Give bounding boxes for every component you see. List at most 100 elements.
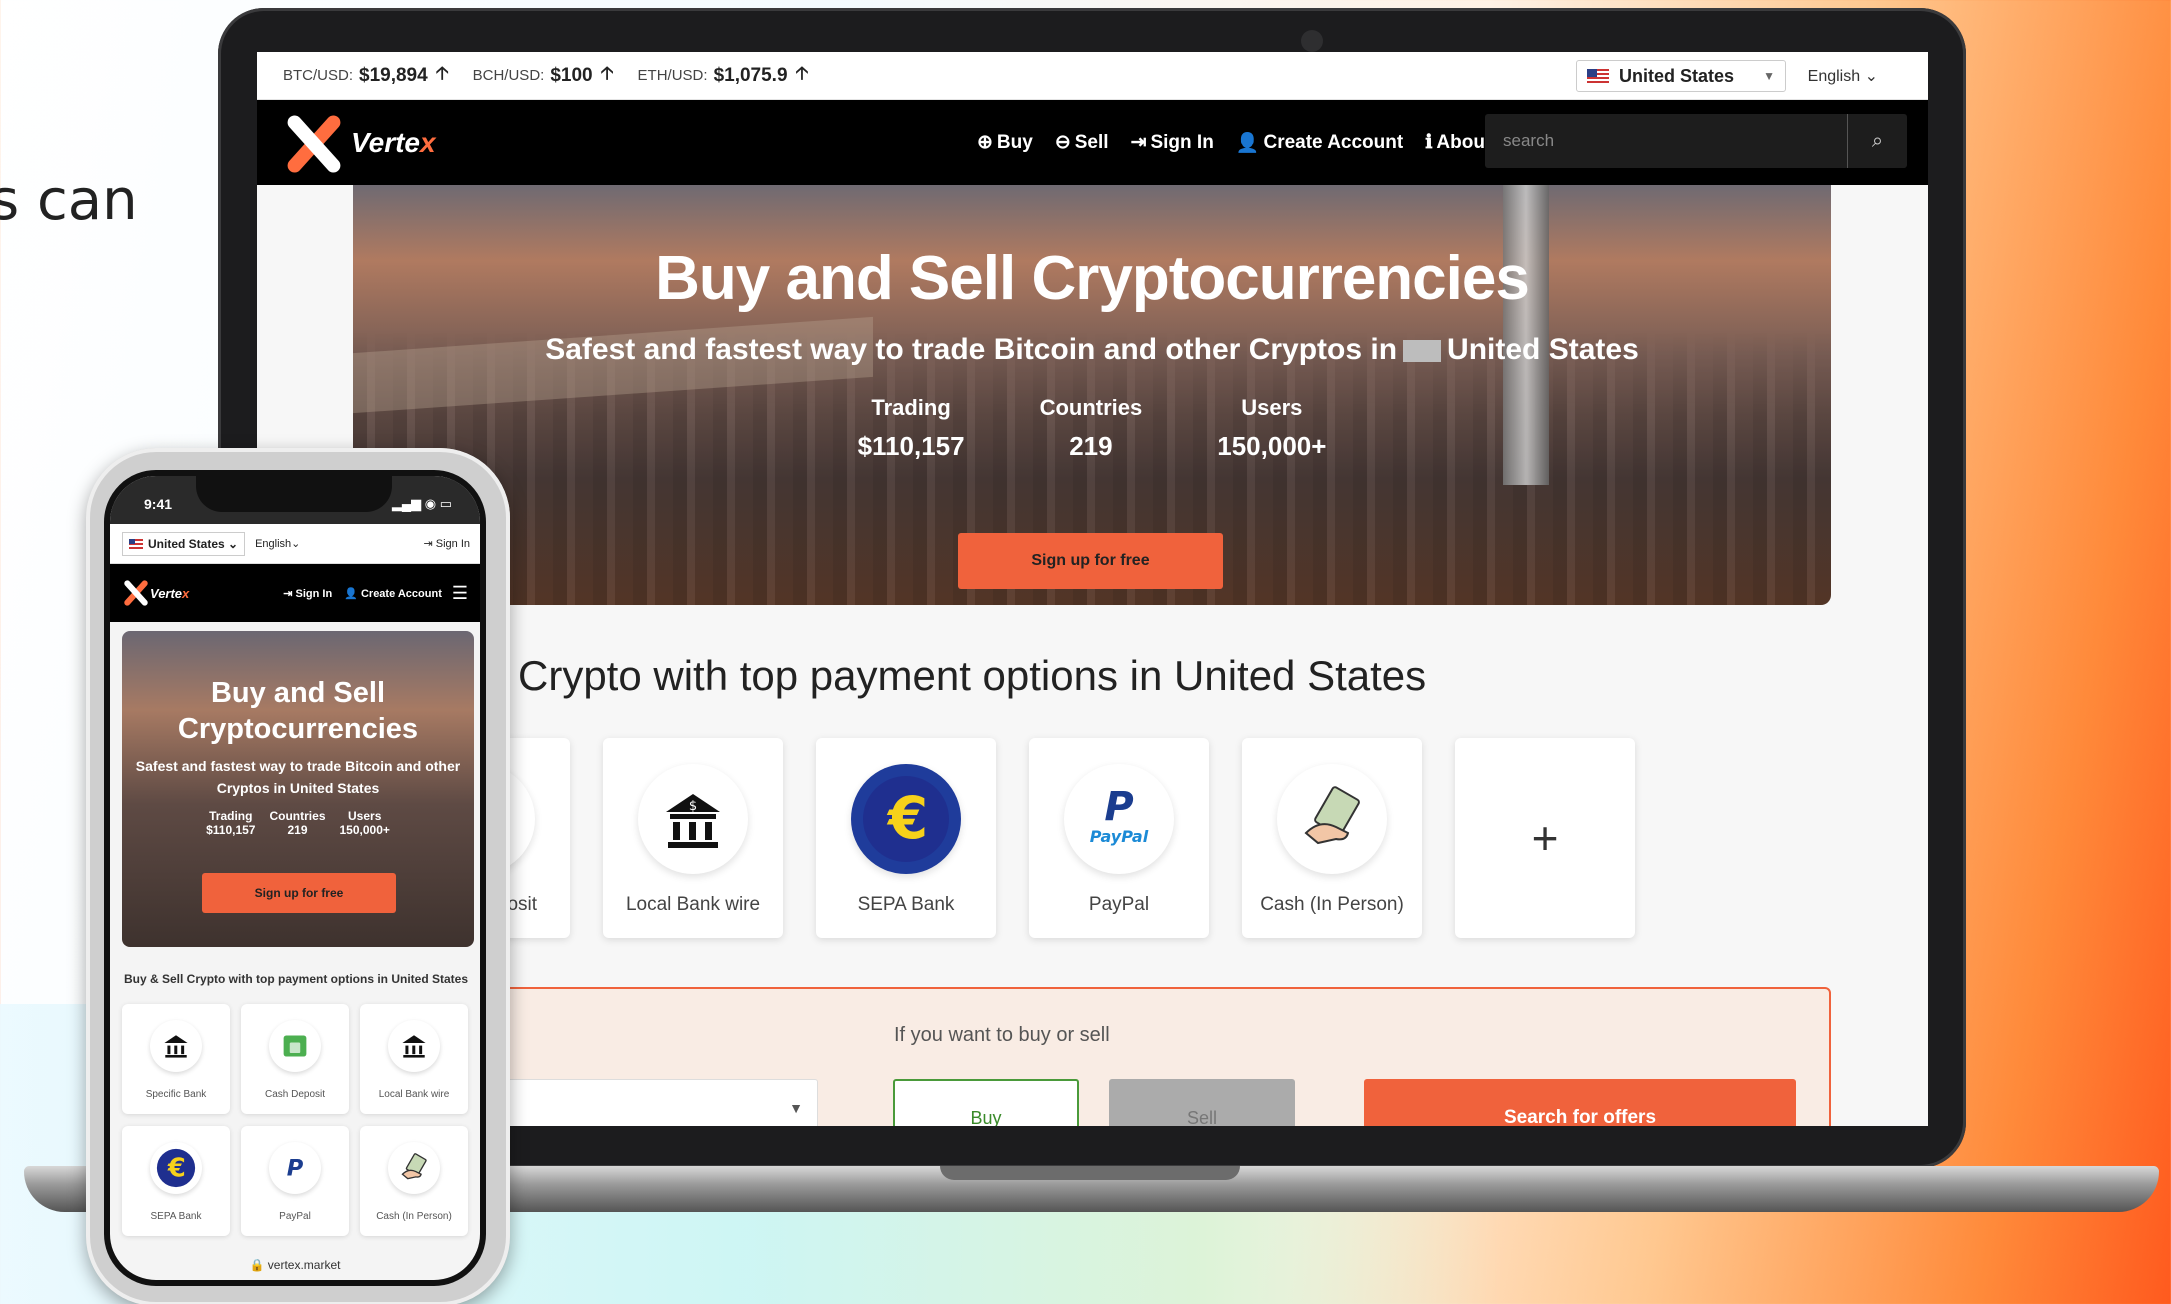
bank-icon: $ (638, 764, 748, 874)
ticker-pair: BTC/USD: (283, 67, 354, 84)
phone-top-bar: United States ⌄ English⌄ ⇥ Sign In (110, 524, 480, 564)
phone-hero-title: Buy and Sell Cryptocurrencies (177, 677, 419, 745)
country-label: United States (1619, 65, 1735, 86)
nav-links: ⊕ Buy ⊖ Sell ⇥ Sign In 👤 Create Account ℹ Abo… (977, 100, 1521, 185)
phone-nav-create-account[interactable]: 👤 Create Account (344, 587, 442, 600)
search-input[interactable]: search (1485, 114, 1847, 168)
country-select[interactable]: United States ▼ (1576, 60, 1786, 92)
flag-placeholder-icon (1403, 340, 1442, 363)
svg-text:P: P (1104, 784, 1133, 830)
ticker-pair: ETH/USD: (637, 67, 708, 84)
chevron-down-icon: ⌄ (1864, 68, 1878, 85)
ticker-value: $1,075.9 (713, 64, 788, 86)
phone-payment-title: Buy & Sell Crypto with top payment optio… (124, 972, 469, 986)
svg-text:PayPal: PayPal (1090, 827, 1149, 846)
svg-text:P: P (287, 1156, 304, 1182)
hero-title: Buy and Sell Cryptocurrencies (655, 244, 1530, 313)
logo-x-icon (281, 112, 345, 174)
camera-icon (1301, 30, 1323, 52)
chevron-down-icon: ▼ (1763, 69, 1775, 83)
phone-notch (196, 476, 392, 512)
arrow-up-icon: 🡡 (600, 62, 614, 83)
payment-label: Cash (In Person) (1260, 894, 1404, 915)
sell-toggle[interactable]: Sell (1109, 1079, 1295, 1126)
stat-trading: Trading $110,157 (206, 809, 256, 837)
phone-url-bar: 🔒 vertex.market (249, 1258, 341, 1272)
side-caption: s can (0, 168, 138, 233)
arrow-up-icon: 🡡 (795, 62, 809, 83)
phone-language-select[interactable]: English⌄ (255, 537, 300, 550)
svg-text:$: $ (689, 799, 697, 814)
phone-payment-card[interactable]: P PayPal (241, 1126, 349, 1236)
phone-payment-grid: Specific Bank Cash Deposit Local Bank wi… (122, 1004, 480, 1236)
ticker-pair: BCH/USD: (472, 67, 545, 84)
atm-icon (269, 1020, 321, 1072)
search-button[interactable]: ⌕ (1847, 114, 1907, 168)
paypal-icon: P PayPal (1064, 764, 1174, 874)
payment-card-paypal[interactable]: P PayPal PayPal (1029, 738, 1209, 938)
brand-name: Vertex (351, 126, 436, 158)
phone-nav: Verte x ⇥ Sign In 👤 Create Account ☰ (110, 564, 480, 622)
payment-label: Local Bank wire (625, 894, 761, 915)
payment-card-cash-in-person[interactable]: Cash (In Person) (1242, 738, 1422, 938)
phone-hero-subtitle: Safest and fastest way to trade Bitcoin … (135, 758, 461, 796)
phone-payment-card[interactable]: Specific Bank (122, 1004, 230, 1114)
hamburger-menu-icon[interactable]: ☰ (452, 583, 468, 604)
cash-hand-icon (388, 1142, 440, 1194)
phone-signup-button[interactable]: Sign up for free (202, 873, 396, 913)
hero-subtitle: Safest and fastest way to trade Bitcoin … (545, 333, 1639, 366)
euro-icon: € (851, 764, 961, 874)
ticker-value: $100 (550, 64, 593, 86)
stat-users: Users 150,000+ (1217, 395, 1327, 461)
phone-payment-card[interactable]: Cash (In Person) (360, 1126, 468, 1236)
plus-circle-icon: ⊕ (977, 132, 993, 153)
search-icon: ⌕ (1871, 129, 1884, 152)
nav-sell[interactable]: ⊖ Sell (1055, 131, 1109, 154)
stat-countries: Countries 219 (269, 809, 326, 837)
paypal-icon: P (269, 1142, 321, 1194)
signup-button[interactable]: Sign up for free (958, 533, 1223, 589)
top-nav: Vertex ⊕ Buy ⊖ Sell ⇥ Sign In 👤 Create Accou… (257, 100, 1928, 185)
status-time: 9:41 (144, 496, 173, 512)
payment-label: SEPA Bank (857, 894, 955, 915)
buy-sell-label: If you want to buy or sell (894, 1024, 1110, 1046)
payment-card-sepa[interactable]: € SEPA Bank (816, 738, 996, 938)
svg-text:€: € (886, 784, 928, 852)
buy-toggle[interactable]: Buy (893, 1079, 1079, 1126)
phone-hero: Buy and Sell Cryptocurrencies Safest and … (122, 631, 474, 947)
phone-payment-card[interactable]: Cash Deposit (241, 1004, 349, 1114)
nav-create-account[interactable]: 👤 Create Account (1236, 131, 1403, 155)
brand-logo[interactable]: Vertex (281, 112, 436, 174)
phone-brand-logo[interactable]: Verte x (122, 579, 189, 607)
bank-icon (150, 1020, 202, 1072)
sign-in-icon: ⇥ (1130, 132, 1147, 153)
us-flag-icon (129, 538, 143, 549)
payment-card-local-bank[interactable]: $ Local Bank wire (603, 738, 783, 938)
bank-icon (388, 1020, 440, 1072)
phone-nav-signin[interactable]: ⇥ Sign In (283, 587, 332, 600)
cash-hand-icon (1277, 764, 1387, 874)
phone-screen: 9:41 ▂▄▆ ◉ ▭ United States ⌄ English⌄ ⇥ … (104, 470, 486, 1286)
language-select[interactable]: English ⌄ (1808, 66, 1878, 86)
stat-users: Users 150,000+ (339, 809, 390, 837)
ticker-item: BCH/USD: $100 🡡 (473, 61, 614, 91)
phone-nav-links: ⇥ Sign In 👤 Create Account (283, 587, 442, 600)
chevron-down-icon: ▼ (789, 1100, 803, 1116)
phone-payment-card[interactable]: Local Bank wire (360, 1004, 468, 1114)
arrow-up-icon: 🡡 (435, 62, 449, 83)
stat-trading: Trading $110,157 (857, 395, 965, 461)
logo-x-icon (122, 579, 150, 607)
euro-icon: € (150, 1142, 202, 1194)
nav-signin[interactable]: ⇥ Sign In (1131, 131, 1214, 154)
ticker-item: ETH/USD: $1,075.9 🡡 (638, 61, 809, 91)
ticker-value: $19,894 (359, 64, 428, 86)
search-offers-button[interactable]: Search for offers (1364, 1079, 1796, 1126)
minus-circle-icon: ⊖ (1054, 132, 1071, 153)
nav-buy[interactable]: ⊕ Buy (977, 131, 1033, 154)
payment-card-more[interactable]: + (1455, 738, 1635, 938)
payment-label: PayPal (1088, 894, 1150, 915)
phone-payment-card[interactable]: € SEPA Bank (122, 1126, 230, 1236)
signal-battery-icon: ▂▄▆ ◉ ▭ (391, 496, 452, 511)
phone-country-select[interactable]: United States ⌄ (122, 531, 246, 556)
phone-signin-top[interactable]: ⇥ Sign In (423, 537, 470, 550)
